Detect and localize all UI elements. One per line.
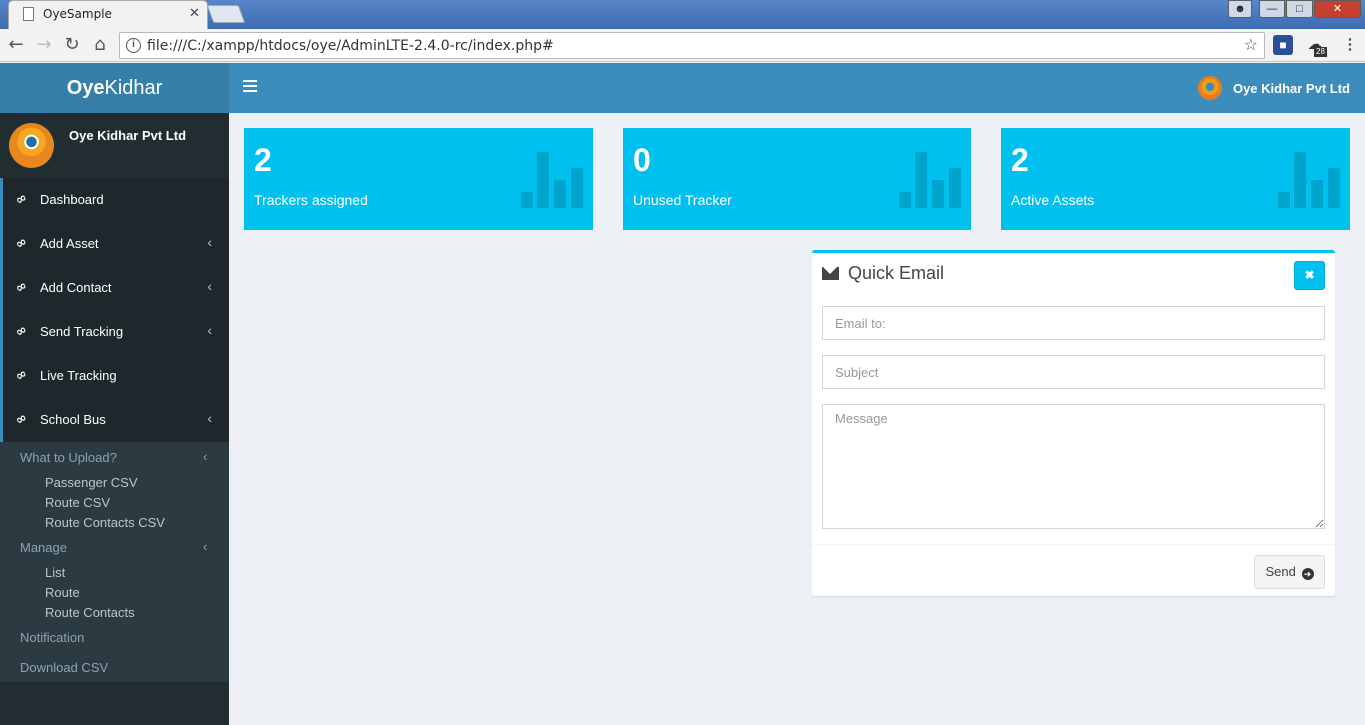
hamburger-menu-icon[interactable]	[243, 80, 257, 94]
browser-tab-bar: OyeSample ✕ ☻ — □ ✕	[0, 0, 1365, 29]
tab-close-icon[interactable]: ✕	[189, 5, 200, 21]
url-text[interactable]: file:///C:/xampp/htdocs/oye/AdminLTE-2.4…	[147, 38, 554, 54]
chevron-left-icon: ‹	[203, 539, 208, 554]
maximize-button[interactable]: □	[1286, 0, 1313, 18]
link-icon: ∞	[12, 410, 30, 429]
app-logo[interactable]: OyeKidhar	[0, 63, 229, 113]
address-bar[interactable]: i file:///C:/xampp/htdocs/oye/AdminLTE-2…	[119, 32, 1265, 59]
submenu-item-route[interactable]: Route	[45, 585, 80, 600]
submenu-item-route-contacts-csv[interactable]: Route Contacts CSV	[45, 515, 165, 530]
submenu-item-route-csv[interactable]: Route CSV	[45, 495, 110, 510]
sidebar: Oye Kidhar Pvt Ltd ∞ Dashboard ∞ Add Ass…	[0, 113, 229, 725]
minimize-button[interactable]: —	[1259, 0, 1285, 18]
stat-box-unused-tracker: 0 Unused Tracker	[623, 128, 971, 230]
quick-email-title: Quick Email	[848, 263, 945, 283]
logo-bold: Oye	[66, 77, 105, 99]
top-navbar: Oye Kidhar Pvt Ltd	[229, 63, 1365, 113]
sidebar-item-label: Add Contact	[40, 280, 112, 295]
link-icon: ∞	[12, 366, 30, 385]
submenu-item-route-contacts[interactable]: Route Contacts	[45, 605, 135, 620]
chevron-left-icon: ‹	[207, 410, 212, 426]
link-icon: ∞	[12, 322, 30, 341]
close-window-button[interactable]: ✕	[1314, 0, 1361, 18]
send-label: Send	[1265, 564, 1296, 579]
stat-value: 2	[1011, 142, 1029, 178]
forward-icon[interactable]: →	[32, 33, 56, 57]
stat-label: Active Assets	[1011, 192, 1095, 208]
extension-puzzle-icon[interactable]: ■	[1273, 35, 1293, 55]
submenu-what-to-upload[interactable]: What to Upload? ‹	[20, 449, 207, 465]
browser-toolbar: ← → ↻ ⌂ i file:///C:/xampp/htdocs/oye/Ad…	[0, 29, 1365, 62]
chevron-left-icon: ‹	[207, 234, 212, 250]
stat-box-active-assets: 2 Active Assets	[1001, 128, 1350, 230]
link-icon: ∞	[12, 234, 30, 253]
arrow-circle-right-icon: ➜	[1301, 568, 1314, 580]
sidebar-item-label: Dashboard	[40, 192, 104, 207]
stat-box-trackers-assigned: 2 Trackers assigned	[244, 128, 593, 230]
envelope-icon	[822, 267, 839, 280]
submenu-notification[interactable]: Notification	[20, 630, 84, 645]
page-icon	[23, 7, 34, 21]
sidebar-item-send-tracking[interactable]: ∞ Send Tracking ‹	[0, 310, 229, 354]
tab-title: OyeSample	[43, 7, 112, 21]
sidebar-item-dashboard[interactable]: ∞ Dashboard	[0, 178, 229, 222]
sidebar-item-add-contact[interactable]: ∞ Add Contact ‹	[0, 266, 229, 310]
email-to-input[interactable]	[822, 306, 1325, 340]
quick-email-box: Quick Email ✖ Send ➜	[812, 250, 1335, 596]
company-name: Oye Kidhar Pvt Ltd	[1232, 80, 1350, 96]
home-icon[interactable]: ⌂	[88, 33, 112, 57]
submenu-manage[interactable]: Manage ‹	[20, 539, 207, 555]
bookmark-star-icon[interactable]: ☆	[1244, 35, 1258, 55]
new-tab-button[interactable]	[206, 5, 246, 23]
message-textarea[interactable]	[822, 404, 1325, 529]
submenu-item-list[interactable]: List	[45, 565, 65, 580]
link-icon: ∞	[12, 278, 30, 297]
user-profile-icon[interactable]: ☻	[1228, 0, 1252, 18]
bar-chart-icon	[899, 152, 961, 208]
bar-chart-icon	[521, 152, 583, 208]
sidebar-item-label: School Bus	[40, 412, 106, 427]
user-panel: Oye Kidhar Pvt Ltd	[0, 113, 229, 178]
chevron-left-icon: ‹	[207, 278, 212, 294]
user-name: Oye Kidhar Pvt Ltd	[69, 128, 187, 143]
browser-tab[interactable]: OyeSample ✕	[8, 0, 208, 29]
submenu-header-label: What to Upload?	[20, 450, 117, 465]
chevron-left-icon: ‹	[203, 449, 208, 464]
submenu-download-csv[interactable]: Download CSV	[20, 660, 108, 675]
company-menu[interactable]: Oye Kidhar Pvt Ltd	[1197, 76, 1350, 100]
sidebar-item-label: Live Tracking	[40, 368, 117, 383]
extension-badge: 28	[1314, 47, 1327, 57]
sidebar-item-school-bus[interactable]: ∞ School Bus ‹	[0, 398, 229, 442]
chevron-left-icon: ‹	[207, 322, 212, 338]
info-icon[interactable]: i	[126, 38, 141, 53]
sidebar-item-label: Add Asset	[40, 236, 99, 251]
logo-rest: Kidhar	[104, 77, 163, 99]
divider	[812, 544, 1335, 545]
bar-chart-icon	[1278, 152, 1340, 208]
submenu-item-passenger-csv[interactable]: Passenger CSV	[45, 475, 138, 490]
subject-input[interactable]	[822, 355, 1325, 389]
sidebar-menu: ∞ Dashboard ∞ Add Asset ‹ ∞ Add Contact …	[0, 178, 229, 442]
back-icon[interactable]: ←	[4, 33, 28, 57]
sidebar-item-add-asset[interactable]: ∞ Add Asset ‹	[0, 222, 229, 266]
reload-icon[interactable]: ↻	[60, 33, 84, 57]
company-avatar	[9, 123, 54, 168]
link-icon: ∞	[12, 190, 30, 209]
sidebar-item-live-tracking[interactable]: ∞ Live Tracking	[0, 354, 229, 398]
send-button[interactable]: Send ➜	[1254, 555, 1325, 589]
close-box-button[interactable]: ✖	[1294, 261, 1325, 290]
sidebar-item-label: Send Tracking	[40, 324, 124, 339]
school-bus-submenu: What to Upload? ‹ Passenger CSV Route CS…	[0, 442, 229, 682]
stat-value: 0	[633, 142, 651, 178]
submenu-header-label: Manage	[20, 540, 67, 555]
stat-value: 2	[254, 142, 272, 178]
company-logo-icon	[1197, 76, 1222, 100]
stat-label: Trackers assigned	[254, 192, 368, 208]
browser-menu-icon[interactable]: ⋮	[1340, 35, 1360, 55]
stat-label: Unused Tracker	[633, 192, 732, 208]
